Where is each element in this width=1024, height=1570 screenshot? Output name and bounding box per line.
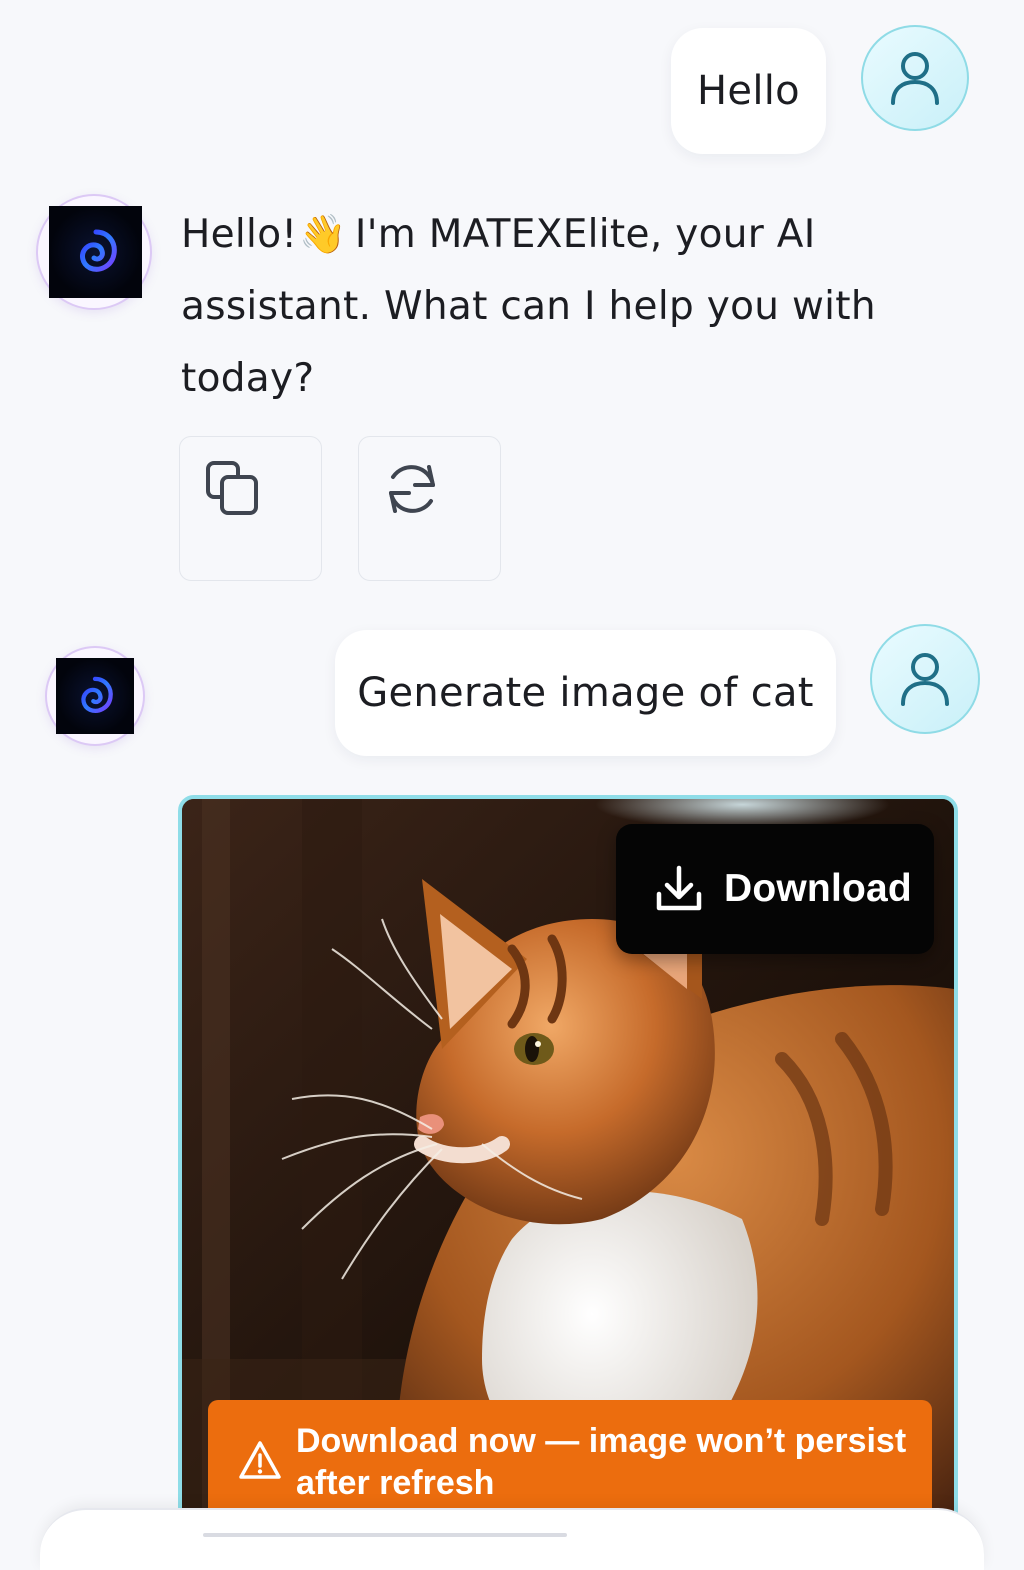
copy-button[interactable]	[179, 436, 322, 581]
assistant-message-text: Hello!👋 I'm MATEXElite, your AI assistant…	[181, 198, 941, 415]
waving-hand-icon: 👋	[299, 212, 347, 256]
assistant-logo-icon	[49, 206, 142, 298]
assistant-greeting: Hello!	[181, 212, 298, 257]
download-button-label: Download	[724, 867, 912, 910]
user-message-text: Generate image of cat	[357, 670, 814, 716]
user-message-bubble: Hello	[671, 28, 826, 154]
persistence-warning-banner: Download now — image won’t persist after…	[208, 1400, 932, 1520]
warning-text: Download now — image won’t persist after…	[296, 1422, 907, 1502]
refresh-icon	[389, 465, 435, 513]
user-message-text: Hello	[697, 68, 800, 114]
download-button[interactable]: Download	[616, 824, 934, 954]
message-composer[interactable]	[40, 1508, 984, 1570]
user-icon	[901, 653, 949, 706]
copy-icon	[206, 461, 258, 515]
composer-handle	[203, 1533, 567, 1537]
user-avatar	[870, 624, 980, 734]
warning-icon	[239, 1441, 281, 1479]
user-avatar	[861, 25, 969, 131]
download-icon	[656, 865, 702, 911]
assistant-logo-icon	[56, 658, 134, 734]
regenerate-button[interactable]	[358, 436, 501, 581]
user-icon	[891, 52, 939, 105]
user-message-bubble: Generate image of cat	[335, 630, 836, 756]
